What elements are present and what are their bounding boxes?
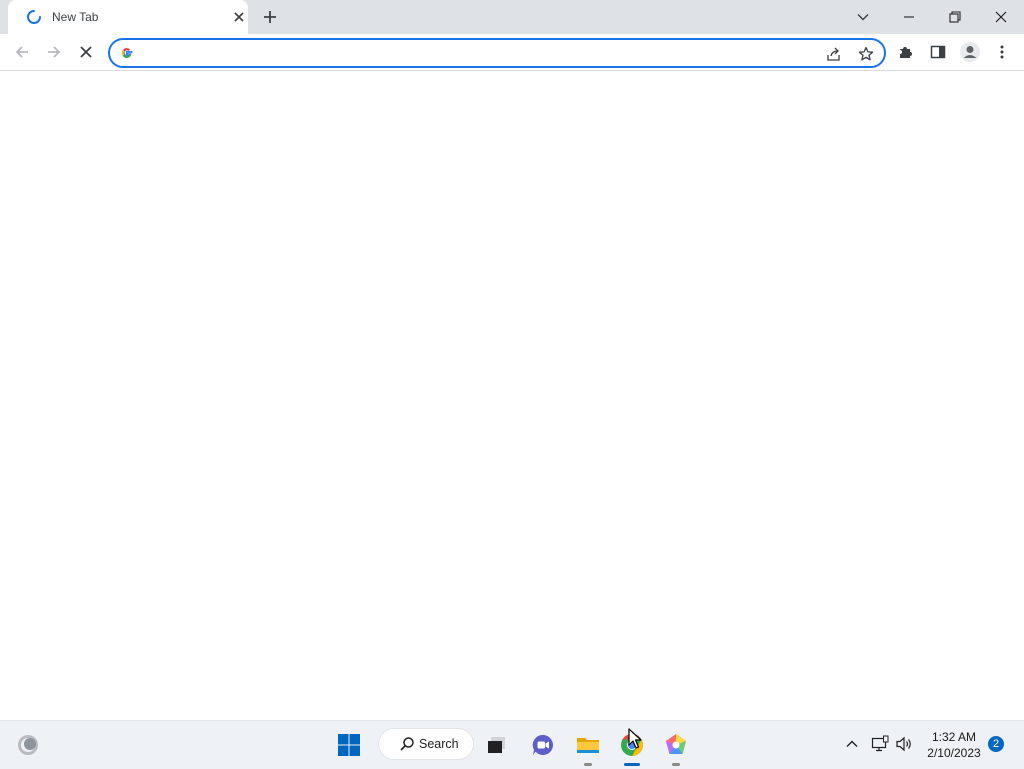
share-icon [827,47,840,61]
arrow-right-icon [48,46,61,58]
search-icon [400,737,414,751]
restore-button[interactable] [932,0,978,34]
tab-strip: New Tab [0,0,1024,34]
volume-button[interactable] [894,734,914,754]
show-hidden-icons-button[interactable] [842,734,862,754]
bookmark-button[interactable] [856,44,876,64]
menu-button[interactable] [988,38,1016,66]
puzzle-piece-icon [900,47,912,58]
extensions-button[interactable] [892,38,920,66]
mouse-cursor-icon [628,728,642,749]
share-button[interactable] [824,44,844,64]
close-window-button[interactable] [978,0,1024,34]
clock-time: 1:32 AM [931,730,977,744]
taskbar-search[interactable]: Search [378,728,474,760]
network-button[interactable] [870,734,890,754]
file-explorer-button[interactable] [571,728,605,766]
speaker-icon [896,736,911,752]
side-panel-icon [930,45,946,59]
system-clock[interactable]: 1:32 AM 2/10/2023 [920,729,988,761]
notification-badge[interactable]: 2 [988,736,1004,752]
browser-toolbar [0,34,1024,71]
side-panel-button[interactable] [924,38,952,66]
clock-date: 2/10/2023 [927,746,981,760]
back-button[interactable] [8,34,36,70]
page-content [0,71,1024,720]
address-input[interactable] [144,43,784,63]
windows-logo-icon [338,734,360,756]
colorful-app-icon [666,734,686,754]
stop-loading-button[interactable] [72,34,100,70]
close-icon [80,46,92,58]
task-view-button[interactable] [480,728,514,762]
arrow-left-icon [15,46,28,58]
google-g-icon [121,48,133,58]
close-icon [995,11,1007,23]
avatar-icon [960,42,980,62]
teams-chat-button[interactable] [526,728,560,762]
tab-search-button[interactable] [840,0,886,34]
task-view-icon [488,737,505,753]
chevron-up-icon [846,740,858,747]
star-icon [858,46,874,61]
running-indicator [672,763,680,766]
tab-new-tab[interactable]: New Tab [8,0,248,34]
restore-icon [949,11,961,23]
close-tab-icon[interactable] [232,10,246,24]
chat-icon [532,734,554,755]
folder-icon [577,738,599,753]
minimize-icon [904,16,914,18]
loading-spinner-icon [27,10,41,24]
chevron-down-icon [857,14,869,21]
taskbar: Search 1:32 AM 2/10/2023 2 [0,720,1024,769]
address-bar[interactable] [108,38,886,68]
kebab-menu-icon [1000,45,1004,59]
weather-widget-icon [18,735,38,755]
active-indicator [624,763,640,766]
search-label: Search [419,737,459,751]
new-tab-button[interactable] [260,7,280,27]
network-icon [871,735,889,752]
running-indicator [584,763,592,766]
tab-title: New Tab [52,10,99,24]
start-button[interactable] [332,728,366,762]
forward-button[interactable] [40,34,68,70]
widgets-button[interactable] [11,728,45,762]
profile-button[interactable] [956,38,984,66]
minimize-button[interactable] [886,0,932,34]
app-taskbar-button[interactable] [659,728,693,766]
